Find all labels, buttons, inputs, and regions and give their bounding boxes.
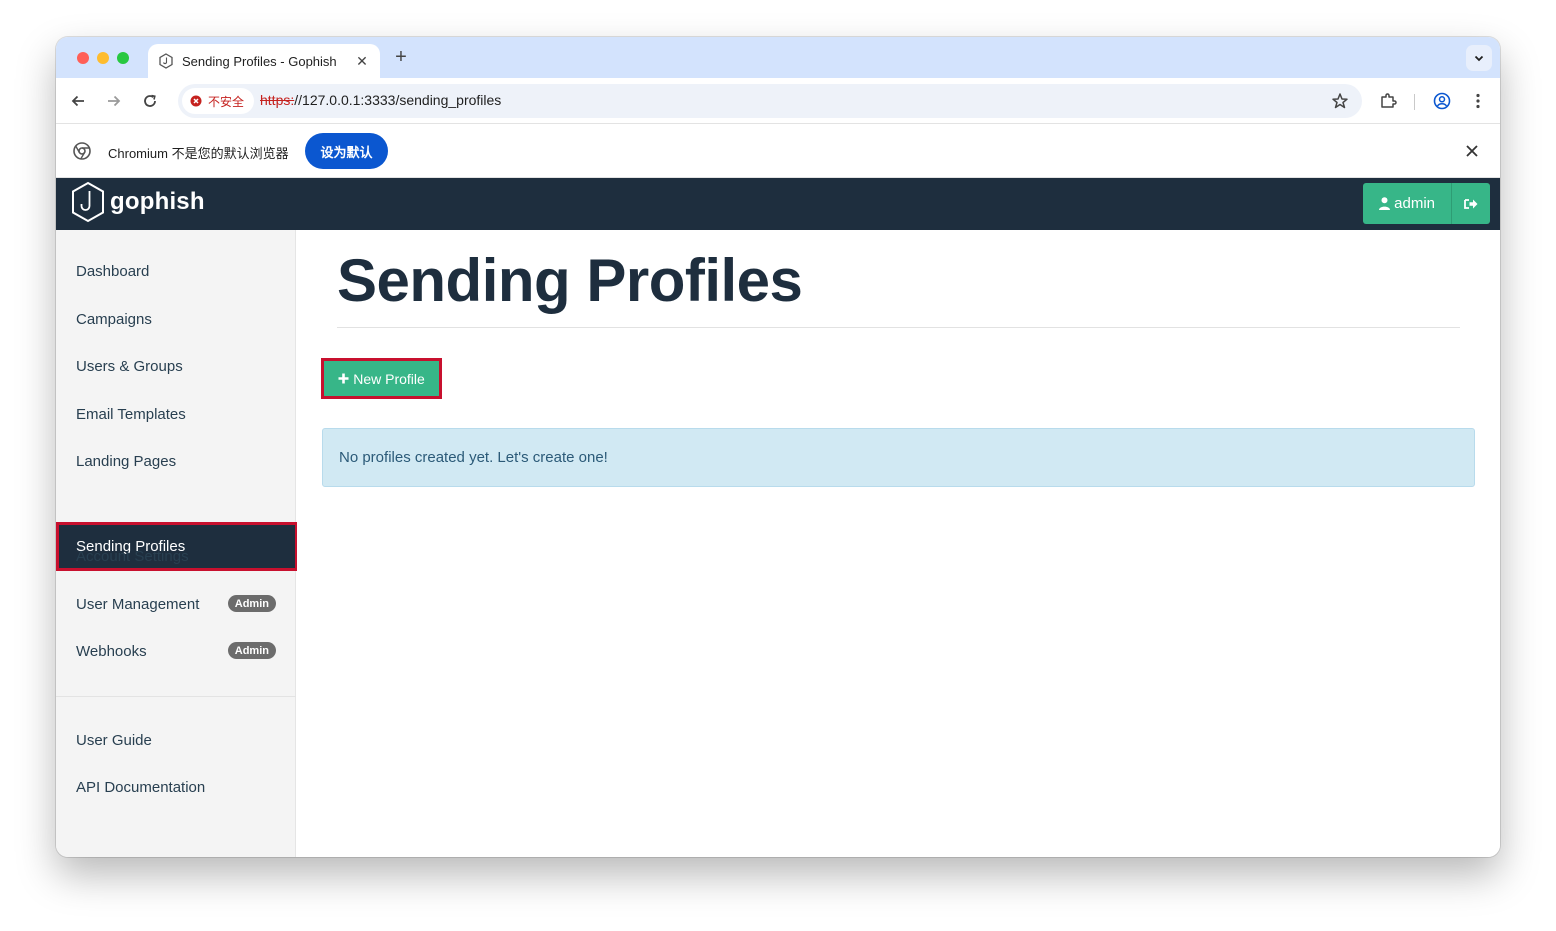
sidebar-item-label: Webhooks: [76, 643, 147, 660]
kebab-menu-icon[interactable]: [1467, 90, 1489, 112]
main-content: Sending Profiles New Profile No profiles…: [297, 230, 1500, 857]
gophish-favicon-icon: [158, 53, 174, 69]
toolbar-divider: [1414, 94, 1415, 110]
user-icon: [1379, 197, 1391, 210]
browser-tab-active[interactable]: Sending Profiles - Gophish ✕: [148, 44, 380, 78]
browser-window: Sending Profiles - Gophish ✕ + 不安全 https…: [56, 37, 1500, 857]
empty-state-alert: No profiles created yet. Let's create on…: [322, 428, 1475, 487]
chromium-logo-icon: [73, 142, 91, 160]
sidebar-item-label: API Documentation: [76, 779, 206, 796]
brand-logo[interactable]: gophish: [70, 181, 205, 223]
page-title: Sending Profiles: [337, 247, 803, 314]
sidebar-item-webhooks[interactable]: Webhooks Admin: [56, 628, 296, 675]
tab-strip: Sending Profiles - Gophish ✕ +: [56, 37, 1500, 78]
sidebar-item-users-groups[interactable]: Users & Groups: [56, 343, 296, 390]
security-indicator[interactable]: 不安全: [182, 88, 255, 114]
sidebar-item-label: User Guide: [76, 732, 152, 749]
empty-state-message: No profiles created yet. Let's create on…: [339, 449, 608, 466]
sidebar-item-label: Dashboard: [76, 263, 150, 280]
tab-search-chevron-icon[interactable]: [1466, 45, 1492, 71]
forward-arrow-icon[interactable]: [103, 90, 125, 112]
minimize-window-button[interactable]: [97, 52, 109, 64]
warning-icon: [190, 95, 202, 107]
sidebar-item-label: User Management: [76, 596, 200, 613]
new-profile-label: New Profile: [353, 370, 425, 387]
plus-icon: [338, 373, 349, 384]
infobar-close-icon[interactable]: [1464, 143, 1480, 159]
url-scheme: https:: [260, 92, 295, 108]
set-default-button[interactable]: 设为默认: [305, 133, 388, 169]
profile-account-icon[interactable]: [1431, 90, 1453, 112]
sidebar-item-label: Account Settings: [76, 548, 189, 565]
app-navbar: gophish admin: [56, 178, 1500, 230]
url-text[interactable]: https://127.0.0.1:3333/sending_profiles: [260, 92, 501, 108]
admin-user-button[interactable]: admin: [1363, 183, 1451, 224]
admin-badge: Admin: [227, 595, 276, 612]
security-label: 不安全: [208, 94, 245, 109]
user-menu: admin: [1363, 183, 1490, 224]
sidebar-item-account-settings[interactable]: Account Settings: [56, 533, 296, 580]
brand-name: gophish: [110, 188, 205, 215]
new-profile-button[interactable]: New Profile: [321, 358, 442, 399]
sidebar-item-label: Email Templates: [76, 406, 186, 423]
sidebar-item-user-guide[interactable]: User Guide: [56, 717, 296, 764]
url-path: //127.0.0.1:3333/sending_profiles: [294, 92, 502, 108]
sidebar-item-api-documentation[interactable]: API Documentation: [56, 764, 296, 811]
bookmark-star-icon[interactable]: [1330, 91, 1350, 111]
extensions-puzzle-icon[interactable]: [1377, 90, 1399, 112]
sidebar-item-landing-pages[interactable]: Landing Pages: [56, 438, 296, 485]
close-window-button[interactable]: [77, 52, 89, 64]
sidebar-item-email-templates[interactable]: Email Templates: [56, 391, 296, 438]
sidebar: Dashboard Campaigns Users & Groups Email…: [56, 230, 298, 857]
sidebar-item-dashboard[interactable]: Dashboard: [56, 248, 296, 295]
sign-out-icon: [1464, 198, 1478, 210]
sidebar-item-user-management[interactable]: User Management Admin: [56, 581, 296, 628]
sidebar-item-label: Campaigns: [76, 311, 152, 328]
browser-toolbar: 不安全 https://127.0.0.1:3333/sending_profi…: [56, 78, 1500, 124]
tab-title: Sending Profiles - Gophish: [182, 53, 337, 69]
tab-close-icon[interactable]: ✕: [354, 53, 370, 70]
sidebar-item-label: Users & Groups: [76, 358, 183, 375]
sidebar-divider: [56, 696, 296, 697]
default-browser-infobar: Chromium 不是您的默认浏览器 设为默认: [56, 125, 1500, 178]
sidebar-item-campaigns[interactable]: Campaigns: [56, 296, 296, 343]
admin-username: admin: [1394, 195, 1435, 212]
new-tab-plus-icon[interactable]: +: [390, 46, 412, 68]
gophish-hexagon-logo-icon: [70, 181, 106, 223]
maximize-window-button[interactable]: [117, 52, 129, 64]
address-bar[interactable]: 不安全 https://127.0.0.1:3333/sending_profi…: [178, 84, 1362, 118]
back-arrow-icon[interactable]: [67, 90, 89, 112]
reload-icon[interactable]: [139, 90, 161, 112]
infobar-message: Chromium 不是您的默认浏览器: [108, 146, 289, 161]
admin-badge: Admin: [227, 642, 276, 659]
title-divider: [337, 327, 1460, 328]
sidebar-item-label: Landing Pages: [76, 453, 177, 470]
logout-button[interactable]: [1451, 183, 1490, 224]
